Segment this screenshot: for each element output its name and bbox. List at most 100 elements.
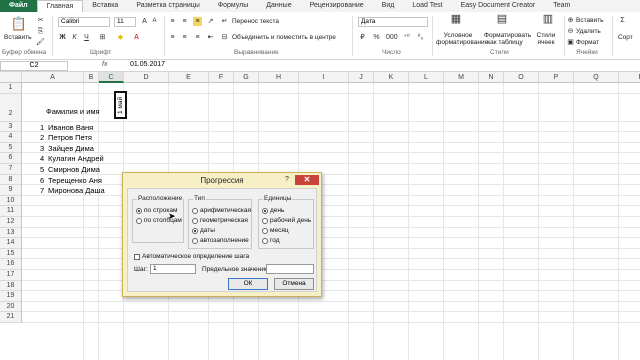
row-header-3[interactable]: 3 (0, 121, 22, 133)
select-all-corner[interactable] (0, 72, 22, 83)
column-header-e[interactable]: E (169, 72, 209, 83)
cell-a8[interactable]: 6 (40, 176, 44, 185)
tab-insert[interactable]: Вставка (83, 0, 127, 12)
cancel-button[interactable]: Отмена (274, 278, 314, 290)
format-table-icon[interactable]: ▤ (494, 14, 510, 29)
column-header-k[interactable]: K (374, 72, 409, 83)
row-header-1[interactable]: 1 (0, 83, 22, 94)
row-header-5[interactable]: 5 (0, 142, 22, 154)
decrease-decimal-icon[interactable]: ⁰₀ (416, 33, 425, 42)
tab-page-layout[interactable]: Разметка страницы (127, 0, 209, 12)
autosum-icon[interactable]: Σ (618, 16, 627, 25)
align-center-icon[interactable]: ≡ (180, 33, 189, 42)
tab-file[interactable]: Файл (0, 0, 37, 12)
format-painter-icon[interactable]: 🖌 (36, 38, 45, 47)
cell-b5[interactable]: Зайцев Дима (48, 144, 94, 153)
grow-font-icon[interactable]: A (140, 17, 149, 26)
ok-button[interactable]: ОК (228, 278, 268, 290)
cell-b9[interactable]: Миронова Даша (48, 186, 105, 195)
fx-icon[interactable]: fx (102, 61, 107, 68)
tab-data[interactable]: Данные (257, 0, 300, 12)
row-header-12[interactable]: 12 (0, 217, 22, 228)
column-header-f[interactable]: F (209, 72, 234, 83)
orientation-icon[interactable]: ↗ (206, 17, 215, 26)
radio-autofill[interactable]: автозаполнение (192, 237, 249, 244)
comma-style-icon[interactable]: 000 (386, 33, 398, 42)
checkbox[interactable] (134, 253, 140, 260)
align-bottom-icon[interactable]: ≡ (193, 17, 202, 26)
radio-button[interactable] (192, 237, 198, 244)
column-header-n[interactable]: N (479, 72, 504, 83)
decrease-indent-icon[interactable]: ⇤ (206, 33, 215, 42)
row-header-20[interactable]: 20 (0, 301, 22, 313)
shrink-font-icon[interactable]: A (150, 17, 159, 26)
delete-cells-icon[interactable]: ⊖ (566, 27, 575, 36)
row-header-7[interactable]: 7 (0, 164, 22, 175)
radio-button[interactable] (192, 227, 198, 234)
paste-button[interactable]: Вставить (4, 34, 32, 41)
font-size-combo[interactable]: 11 (114, 17, 136, 27)
borders-icon[interactable]: ⊞ (98, 33, 107, 42)
cell-styles-button[interactable]: Стили ячеек (530, 32, 562, 46)
formula-input[interactable]: 01.05.2017 (130, 61, 165, 68)
tab-home[interactable]: Главная (36, 0, 84, 12)
column-header-j[interactable]: J (349, 72, 374, 83)
align-right-icon[interactable]: ≡ (193, 33, 202, 42)
format-cells-button[interactable]: Формат (576, 39, 599, 46)
format-as-table-button[interactable]: Форматировать как таблицу (484, 32, 531, 46)
column-header-b[interactable]: B (84, 72, 99, 83)
row-header-18[interactable]: 18 (0, 280, 22, 292)
insert-cells-icon[interactable]: ⊕ (566, 16, 575, 25)
radio-button[interactable] (262, 237, 268, 244)
row-header-2[interactable]: 2 (0, 93, 22, 122)
cell-a3[interactable]: 1 (40, 123, 44, 132)
cell-b8[interactable]: Терещенко Аня (48, 176, 102, 185)
paste-icon[interactable]: 📋 (10, 16, 28, 32)
tab-view[interactable]: Вид (373, 0, 404, 12)
cell-a5[interactable]: 3 (40, 144, 44, 153)
cell-b4[interactable]: Петров Петя (48, 133, 92, 142)
underline-icon[interactable]: Ч (82, 33, 91, 42)
percent-icon[interactable]: % (372, 33, 381, 42)
row-header-19[interactable]: 19 (0, 291, 22, 302)
format-cells-icon[interactable]: ▣ (566, 38, 575, 47)
radio-button[interactable] (136, 217, 142, 224)
radio-year[interactable]: год (262, 237, 280, 244)
currency-icon[interactable]: ₽ (358, 33, 367, 42)
help-button[interactable]: ? (282, 175, 292, 185)
row-header-16[interactable]: 16 (0, 259, 22, 270)
column-header-q[interactable]: Q (574, 72, 619, 83)
font-name-combo[interactable]: Calibri (58, 17, 110, 27)
tab-team[interactable]: Team (544, 0, 579, 12)
align-left-icon[interactable]: ≡ (168, 33, 177, 42)
radio-workday[interactable]: рабочий день (262, 217, 311, 224)
cell-b3[interactable]: Иванов Ваня (48, 123, 93, 132)
increase-decimal-icon[interactable]: ⁺⁰ (402, 33, 411, 42)
align-top-icon[interactable]: ≡ (168, 17, 177, 26)
name-box[interactable]: C2 (0, 61, 68, 71)
row-header-17[interactable]: 17 (0, 270, 22, 281)
cell-a6[interactable]: 4 (40, 154, 44, 163)
conditional-format-icon[interactable]: ▦ (448, 14, 464, 29)
column-header-m[interactable]: M (444, 72, 479, 83)
cell-b7[interactable]: Смирнов Дима (48, 165, 100, 174)
radio-button[interactable] (192, 217, 198, 224)
radio-button[interactable] (262, 227, 268, 234)
radio-button[interactable] (136, 207, 142, 214)
number-format-combo[interactable]: Дата (358, 17, 428, 27)
cell-a7[interactable]: 5 (40, 165, 44, 174)
row-header-6[interactable]: 6 (0, 153, 22, 164)
radio-dates[interactable]: даты (192, 227, 215, 234)
row-header-11[interactable]: 11 (0, 206, 22, 217)
column-header-g[interactable]: G (234, 72, 259, 83)
wrap-text-icon[interactable]: ↵ (220, 17, 229, 26)
column-header-c[interactable]: C (99, 72, 124, 83)
auto-step-checkbox[interactable]: Автоматическое определение шага (134, 253, 249, 260)
step-input[interactable]: 1 (150, 264, 196, 274)
row-header-15[interactable]: 15 (0, 248, 22, 260)
merge-icon[interactable]: ⊟ (220, 33, 229, 42)
insert-cells-button[interactable]: Вставить (576, 17, 604, 24)
row-header-4[interactable]: 4 (0, 132, 22, 143)
tab-easy-document-creator[interactable]: Easy Document Creator (452, 0, 545, 12)
fill-color-icon[interactable]: ◆ (116, 33, 125, 42)
